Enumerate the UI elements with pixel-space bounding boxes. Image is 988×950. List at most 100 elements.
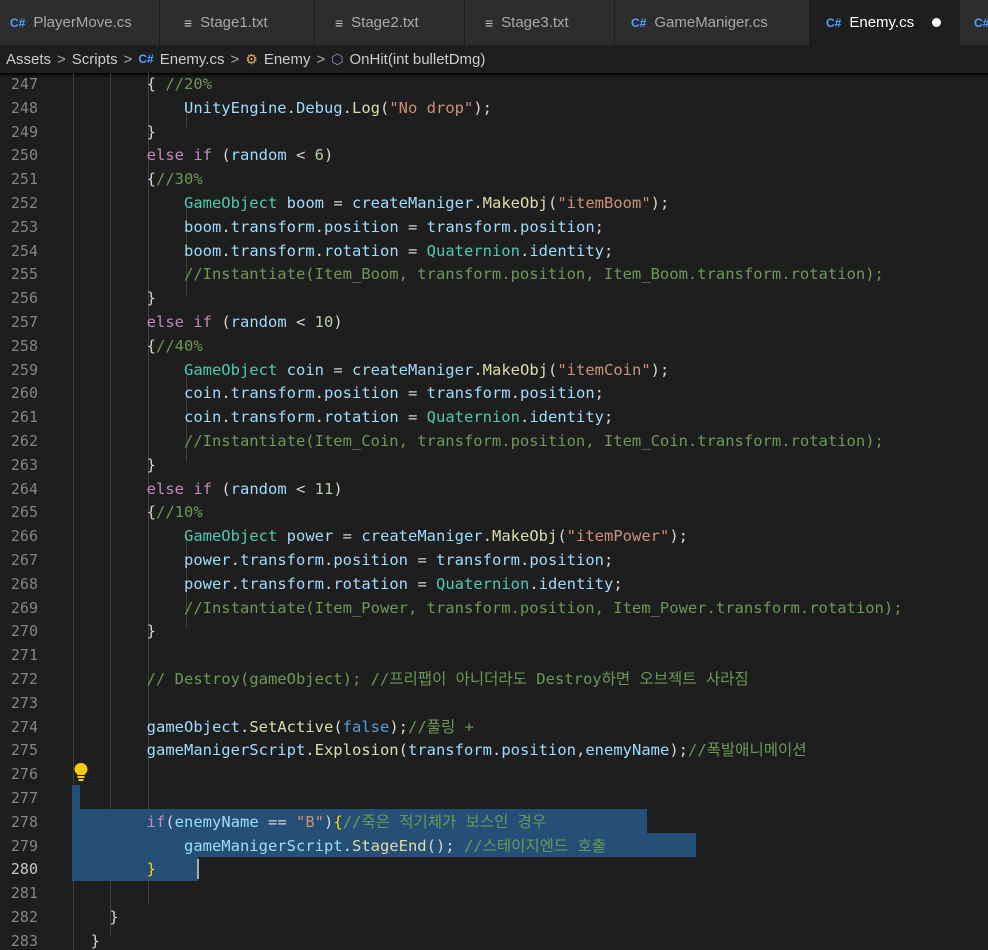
code-line[interactable]: 270 }: [0, 620, 988, 644]
code-token: identity: [529, 241, 604, 260]
code-line[interactable]: 277: [0, 787, 988, 811]
code-line[interactable]: 279 gameManigerScript.StageEnd(); //스테이지…: [0, 835, 988, 859]
text-file-icon: ≡: [184, 14, 193, 31]
code-text[interactable]: }: [72, 620, 156, 644]
code-line[interactable]: 254 boom.transform.rotation = Quaternion…: [0, 240, 988, 264]
code-text[interactable]: {//40%: [72, 335, 203, 359]
code-token: boom: [183, 217, 222, 236]
line-number: 267: [10, 551, 38, 569]
code-line[interactable]: 265 {//10%: [0, 501, 988, 525]
code-text[interactable]: if(enemyName == "B"){//죽은 적기체가 보스인 경우: [72, 811, 547, 835]
code-line[interactable]: 276: [0, 763, 988, 787]
code-text[interactable]: GameObject boom = createManiger.MakeObj(…: [72, 192, 669, 216]
code-text[interactable]: }: [72, 287, 156, 311]
code-line[interactable]: 264 else if (random < 11): [0, 478, 988, 502]
code-token: .: [305, 741, 315, 760]
code-text[interactable]: power.transform.rotation = Quaternion.id…: [72, 573, 623, 597]
line-number: 252: [10, 194, 38, 212]
code-line[interactable]: 258 {//40%: [0, 335, 988, 359]
code-line[interactable]: 278 if(enemyName == "B"){//죽은 적기체가 보스인 경…: [0, 811, 988, 835]
code-text[interactable]: gameManigerScript.Explosion(transform.po…: [72, 739, 807, 763]
code-text[interactable]: GameObject power = createManiger.MakeObj…: [72, 525, 688, 549]
code-line[interactable]: 248 UnityEngine.Debug.Log("No drop");: [0, 97, 988, 121]
breadcrumb-item[interactable]: OnHit(int bulletDmg): [350, 51, 486, 68]
code-text[interactable]: { //20%: [72, 73, 212, 97]
tab-playermove[interactable]: C# PlayerMove.cs: [0, 0, 160, 45]
code-line[interactable]: 257 else if (random < 10): [0, 311, 988, 335]
code-line[interactable]: 281: [0, 882, 988, 906]
code-line[interactable]: 251 {//30%: [0, 168, 988, 192]
breadcrumb-item[interactable]: Enemy.cs: [160, 51, 225, 68]
code-line[interactable]: 266 GameObject power = createManiger.Mak…: [0, 525, 988, 549]
line-number: 249: [10, 122, 38, 141]
code-text[interactable]: }: [72, 454, 156, 478]
code-text[interactable]: }: [72, 930, 100, 950]
code-line[interactable]: 269 //Instantiate(Item_Power, transform.…: [0, 597, 988, 621]
line-number: 276: [10, 765, 38, 784]
code-text[interactable]: //Instantiate(Item_Boom, transform.posit…: [72, 263, 884, 287]
tab-stage1[interactable]: ≡ Stage1.txt: [160, 0, 315, 45]
code-line[interactable]: 273: [0, 692, 988, 716]
tab-overflow[interactable]: C#: [960, 0, 988, 45]
code-line[interactable]: 275 gameManigerScript.Explosion(transfor…: [0, 739, 988, 763]
code-token: ): [333, 313, 343, 331]
code-line[interactable]: 274 gameObject.SetActive(false);//풀링 +: [0, 716, 988, 740]
code-text[interactable]: gameObject.SetActive(false);//풀링 +: [72, 716, 474, 740]
code-line[interactable]: 282 }: [0, 906, 988, 930]
code-text[interactable]: //Instantiate(Item_Power, transform.posi…: [72, 597, 903, 621]
code-line[interactable]: 280 }: [0, 858, 988, 882]
code-line[interactable]: 249 }: [0, 121, 988, 145]
code-line[interactable]: 253 boom.transform.position = transform.…: [0, 216, 988, 240]
code-text[interactable]: boom.transform.rotation = Quaternion.ide…: [72, 240, 613, 264]
breadcrumb-item[interactable]: Enemy: [264, 51, 311, 68]
code-line[interactable]: 261 coin.transform.rotation = Quaternion…: [0, 406, 988, 430]
tab-stage3[interactable]: ≡ Stage3.txt: [465, 0, 615, 45]
code-line[interactable]: 256 }: [0, 287, 988, 311]
code-editor[interactable]: 247 { //20% 248 UnityEngine.Debug.Log("No…: [0, 73, 988, 950]
code-text[interactable]: gameManigerScript.StageEnd(); //스테이지엔드 호…: [72, 835, 606, 859]
tab-gamemaniger[interactable]: C# GameManiger.cs: [615, 0, 810, 45]
breadcrumb-item[interactable]: Assets: [6, 51, 51, 68]
code-line[interactable]: 271: [0, 644, 988, 668]
code-text[interactable]: boom.transform.position = transform.posi…: [72, 216, 604, 240]
code-text[interactable]: }: [72, 906, 118, 930]
tab-enemy[interactable]: C# Enemy.cs: [810, 0, 960, 45]
code-line[interactable]: 259 GameObject coin = createManiger.Make…: [0, 359, 988, 383]
code-token: identity: [529, 408, 604, 427]
code-text[interactable]: GameObject coin = createManiger.MakeObj(…: [72, 359, 669, 383]
breadcrumb-item[interactable]: Scripts: [72, 51, 118, 68]
code-line[interactable]: 268 power.transform.rotation = Quaternio…: [0, 573, 988, 597]
code-line[interactable]: 262 //Instantiate(Item_Coin, transform.p…: [0, 430, 988, 454]
code-text[interactable]: else if (random < 6): [72, 144, 334, 168]
line-number: 263: [10, 455, 38, 474]
class-icon: ⚙: [245, 50, 258, 67]
code-line[interactable]: 283 }: [0, 930, 988, 950]
code-text[interactable]: // Destroy(gameObject); //프리팹이 아니더라도 Des…: [72, 668, 749, 692]
code-text[interactable]: }: [72, 858, 156, 882]
code-text[interactable]: else if (random < 11): [72, 478, 343, 502]
code-token: <: [286, 479, 315, 498]
code-line[interactable]: 272 // Destroy(gameObject); //프리팹이 아니더라도…: [0, 668, 988, 692]
code-text[interactable]: coin.transform.rotation = Quaternion.ide…: [72, 406, 613, 430]
unsaved-dot-icon[interactable]: [932, 18, 941, 27]
code-line[interactable]: 260 coin.transform.position = transform.…: [0, 382, 988, 406]
tab-stage2[interactable]: ≡ Stage2.txt: [315, 0, 465, 45]
code-token: .: [324, 574, 334, 593]
code-text[interactable]: {//30%: [72, 168, 203, 192]
code-text[interactable]: {//10%: [72, 501, 203, 525]
code-line[interactable]: 252 GameObject boom = createManiger.Make…: [0, 192, 988, 216]
code-token: createManiger: [351, 194, 474, 212]
code-text[interactable]: else if (random < 10): [72, 311, 343, 335]
code-text[interactable]: power.transform.position = transform.pos…: [72, 549, 613, 573]
code-text[interactable]: coin.transform.position = transform.posi…: [72, 382, 604, 406]
code-line[interactable]: 267 power.transform.position = transform…: [0, 549, 988, 573]
code-text[interactable]: //Instantiate(Item_Coin, transform.posit…: [72, 430, 884, 454]
code-line[interactable]: 250 else if (random < 6): [0, 144, 988, 168]
code-line[interactable]: 255 //Instantiate(Item_Boom, transform.p…: [0, 263, 988, 287]
code-line[interactable]: 263 }: [0, 454, 988, 478]
editor-tab-bar: C# PlayerMove.cs ≡ Stage1.txt ≡ Stage2.t…: [0, 0, 988, 45]
code-text[interactable]: }: [72, 121, 156, 145]
code-text[interactable]: UnityEngine.Debug.Log("No drop");: [72, 97, 492, 121]
code-line[interactable]: 247 { //20%: [0, 73, 988, 97]
